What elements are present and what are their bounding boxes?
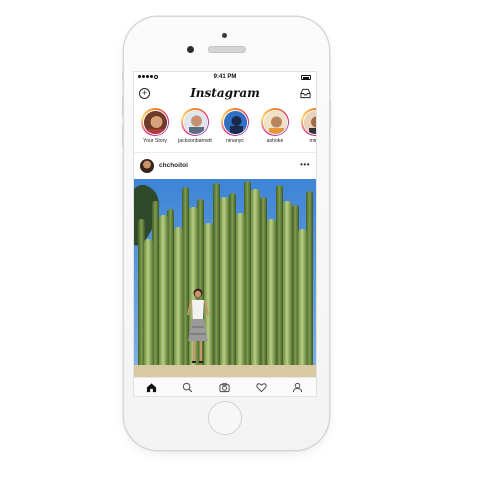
story-jacksonbarnett[interactable]: jacksonbarnett [178, 108, 212, 144]
battery-icon [301, 75, 311, 80]
heart-icon[interactable] [256, 382, 267, 393]
story-minz[interactable]: minz [298, 108, 316, 144]
home-icon[interactable] [146, 382, 157, 393]
front-sensor [222, 33, 227, 38]
cactus-photo-illustration [134, 179, 316, 377]
bottom-tab-bar [134, 377, 316, 396]
story-avatar [262, 109, 288, 135]
post-header: chchoitoi ••• [134, 155, 316, 177]
post-photo[interactable] [134, 179, 316, 377]
story-ring [221, 108, 249, 136]
stage: 9:41 PM + Instagram Your Story jacksonba… [0, 0, 500, 484]
post-avatar[interactable] [140, 159, 154, 173]
search-icon[interactable] [182, 382, 193, 393]
front-camera [187, 46, 194, 53]
story-avatar [182, 109, 208, 135]
top-nav: + Instagram [134, 84, 316, 106]
status-bar: 9:41 PM [134, 72, 316, 84]
story-your-story[interactable]: Your Story [138, 108, 172, 144]
story-ring [181, 108, 209, 136]
story-label: ninanyc [226, 138, 244, 144]
profile-icon[interactable] [292, 382, 303, 393]
story-label: jacksonbarnett [178, 138, 212, 144]
earpiece-speaker [208, 46, 246, 53]
story-label: minz [309, 138, 316, 144]
status-time: 9:41 PM [213, 74, 237, 80]
story-ring [301, 108, 316, 136]
app-logo: Instagram [190, 86, 260, 100]
story-label: ashoke [266, 138, 284, 144]
more-options-icon[interactable]: ••• [300, 160, 310, 169]
story-ashoke[interactable]: ashoke [258, 108, 292, 144]
power-button [329, 100, 331, 128]
camera-icon[interactable] [219, 382, 230, 393]
story-ring [141, 108, 169, 136]
story-avatar [222, 109, 248, 135]
home-button[interactable] [208, 401, 242, 435]
story-label: Your Story [142, 138, 168, 144]
stories-tray[interactable]: Your Story jacksonbarnett ninanyc ashoke… [134, 108, 316, 153]
story-avatar [142, 109, 168, 135]
post-username[interactable]: chchoitoi [159, 162, 188, 169]
phone-screen: 9:41 PM + Instagram Your Story jacksonba… [134, 72, 316, 396]
story-ring [261, 108, 289, 136]
story-ninanyc[interactable]: ninanyc [218, 108, 252, 144]
inbox-icon[interactable] [300, 88, 311, 99]
story-avatar [302, 109, 316, 135]
